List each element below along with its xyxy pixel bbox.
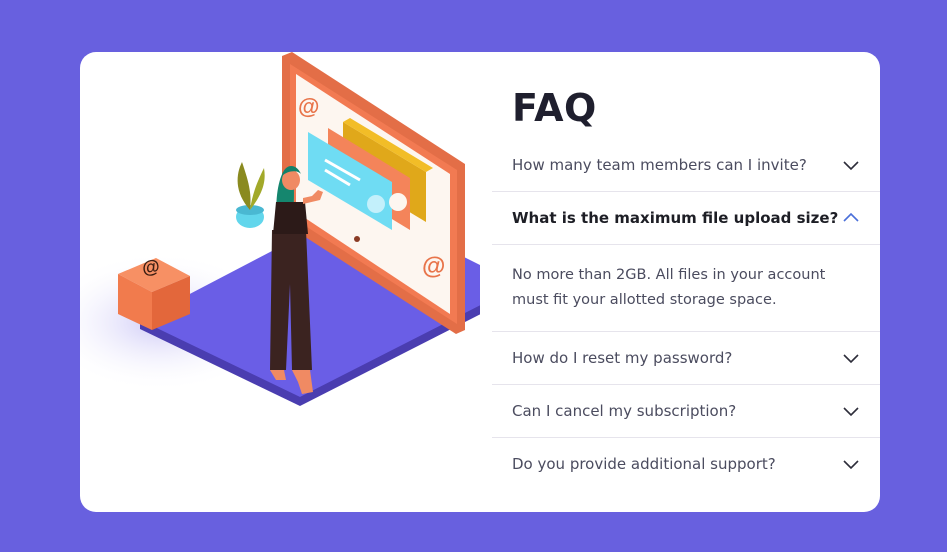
faq-question-button[interactable]: Can I cancel my subscription?: [492, 385, 880, 437]
faq-question-button[interactable]: How do I reset my password?: [492, 332, 880, 384]
chevron-down-icon: [843, 161, 859, 171]
faq-item: Do you provide additional support?: [492, 438, 880, 490]
svg-text:@: @: [422, 253, 445, 280]
faq-question-text: Can I cancel my subscription?: [512, 402, 737, 420]
faq-item: How do I reset my password?: [492, 332, 880, 385]
faq-question-button[interactable]: What is the maximum file upload size?: [492, 192, 880, 244]
faq-question-button[interactable]: How many team members can I invite?: [492, 139, 880, 191]
faq-question-text: How many team members can I invite?: [512, 156, 807, 174]
faq-question-text: Do you provide additional support?: [512, 455, 776, 473]
faq-answer-text: No more than 2GB. All files in your acco…: [492, 244, 880, 331]
faq-item: What is the maximum file upload size? No…: [492, 192, 880, 332]
faq-list: How many team members can I invite? What…: [492, 139, 880, 490]
chevron-down-icon: [843, 354, 859, 364]
faq-item: Can I cancel my subscription?: [492, 385, 880, 438]
svg-text:@: @: [141, 256, 161, 278]
faq-illustration: @ @ @: [80, 52, 480, 406]
chevron-down-icon: [843, 460, 859, 470]
at-badge-top: @: [298, 94, 319, 119]
svg-text:@: @: [298, 94, 319, 119]
chevron-down-icon: [843, 407, 859, 417]
faq-card: @ @ @ FAQ How many team members can I in…: [80, 52, 880, 512]
faq-item: How many team members can I invite?: [492, 139, 880, 192]
chevron-up-icon: [843, 212, 859, 222]
plant: [236, 162, 265, 228]
faq-panel: FAQ How many team members can I invite? …: [492, 52, 880, 512]
page-title: FAQ: [512, 86, 597, 130]
faq-question-text: What is the maximum file upload size?: [512, 209, 839, 227]
faq-question-button[interactable]: Do you provide additional support?: [492, 438, 880, 490]
faq-question-text: How do I reset my password?: [512, 349, 733, 367]
at-badge-bottom: @: [422, 253, 445, 280]
